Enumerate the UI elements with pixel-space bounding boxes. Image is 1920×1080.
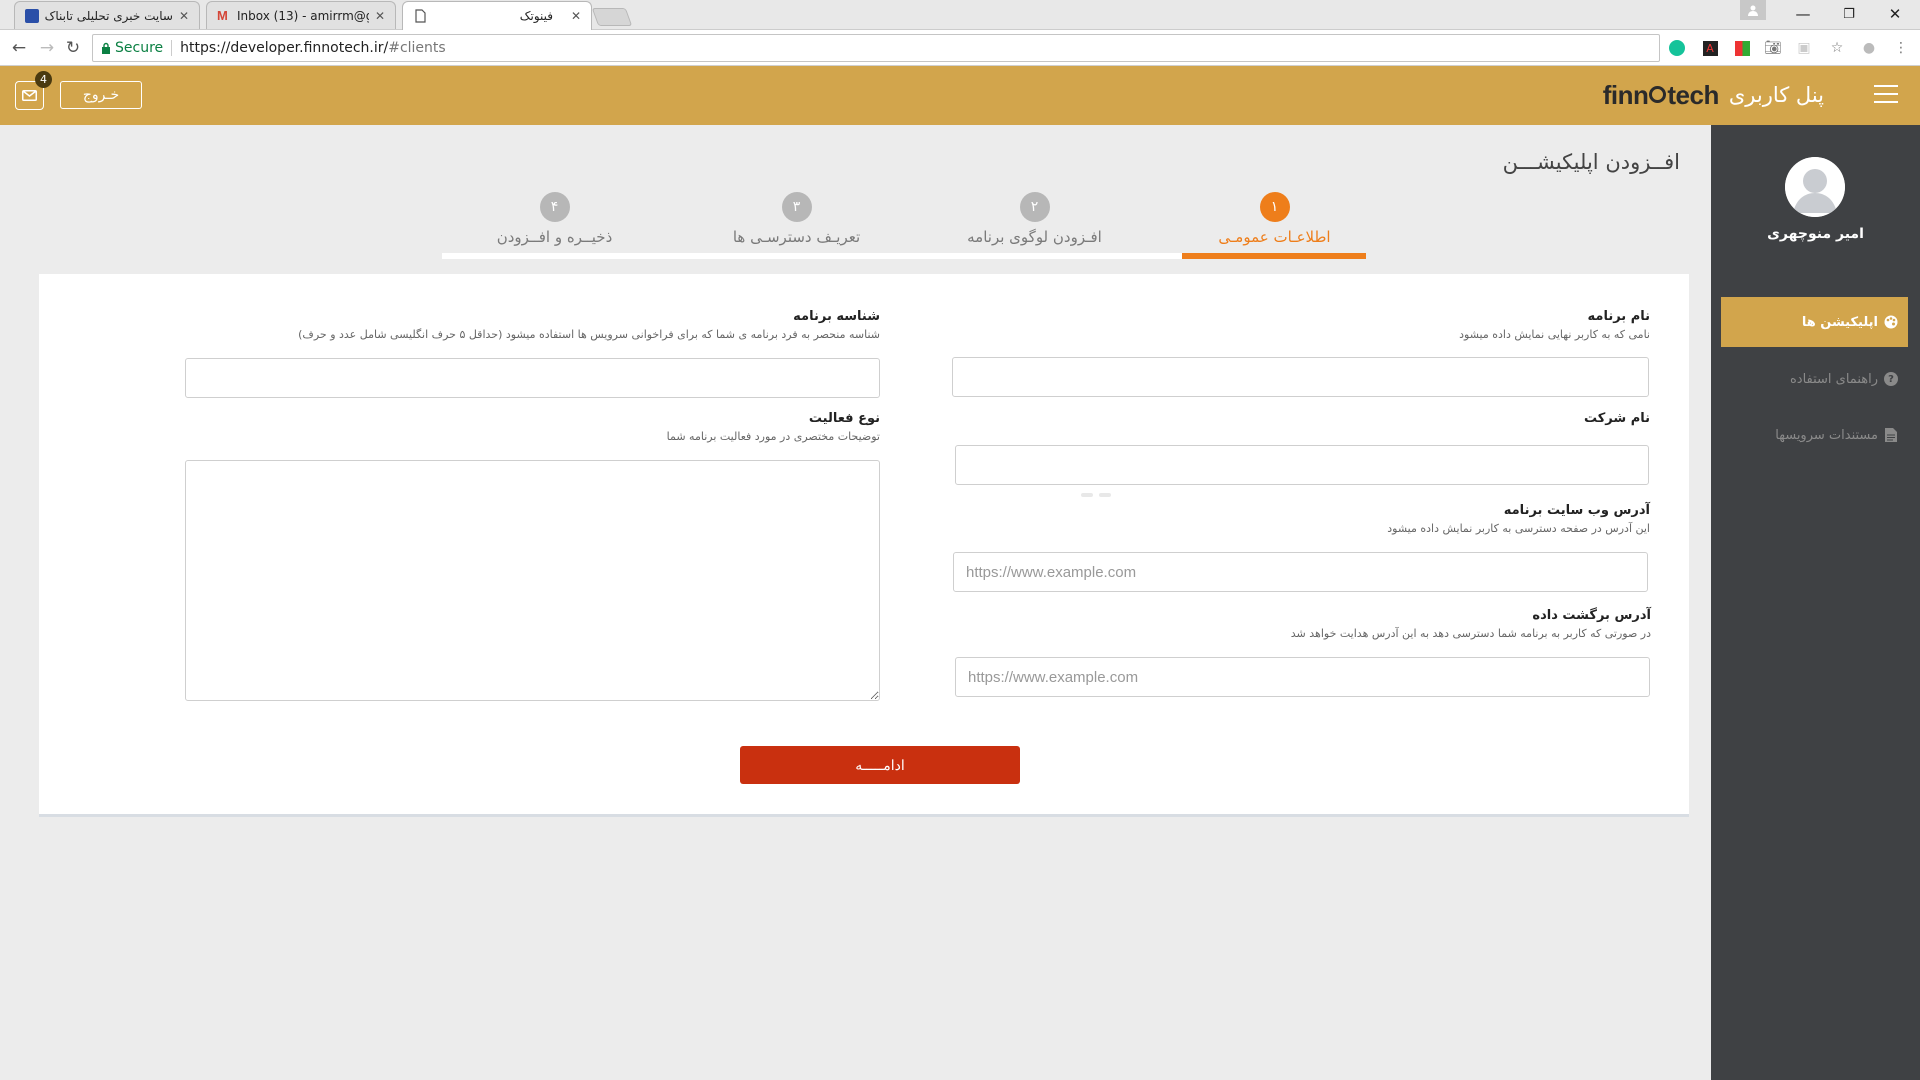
minimize-icon[interactable]: — (1780, 0, 1826, 28)
extension-icon[interactable]: ● (1860, 39, 1878, 57)
colorful-extension-icon[interactable] (1733, 39, 1751, 57)
palette-icon (1884, 315, 1898, 329)
step-label: افـزودن لوگوی برنامه (967, 228, 1102, 246)
username: امیر منوچهری (1767, 226, 1864, 242)
bookmark-star-icon[interactable]: ☆ (1828, 39, 1846, 57)
tab-close-icon[interactable]: ✕ (375, 9, 385, 23)
notification-badge: 4 (35, 71, 52, 88)
camera-icon[interactable]: 📷︎ (1764, 39, 1782, 57)
field-label: شناسه برنامه (793, 309, 880, 324)
tab-close-icon[interactable]: ✕ (179, 9, 189, 23)
step-save-add[interactable]: ۴ ذخیــره و افــزودن (462, 190, 647, 262)
activity-field-label: نوع فعالیت توضیحات مختصری در مورد فعالیت… (667, 411, 880, 443)
tab-title: سایت خبری تحلیلی تابناک (45, 8, 173, 23)
callback-url-input[interactable] (955, 657, 1650, 697)
page-favicon-icon (413, 9, 427, 23)
back-arrow-icon[interactable]: ← (8, 37, 30, 59)
logout-button[interactable]: خـروج (60, 81, 142, 109)
company-name-input[interactable] (955, 445, 1649, 485)
step-general-info[interactable]: ۱ اطلاعـات عمومـی (1182, 190, 1367, 262)
continue-button[interactable]: ادامـــــه (740, 746, 1020, 784)
page-title: افــزودن اپلیکیشـــن (1502, 150, 1680, 174)
sidebar-item-applications[interactable]: اپلیکیشن ها (1721, 297, 1908, 347)
sidebar-item-label: راهنمای استفاده (1789, 371, 1878, 387)
close-window-icon[interactable]: ✕ (1872, 0, 1918, 28)
lock-icon (102, 42, 110, 54)
secure-label: Secure (115, 40, 164, 56)
document-icon (1884, 428, 1898, 442)
grammarly-extension-icon[interactable] (1668, 39, 1686, 57)
profile-icon[interactable] (1740, 0, 1766, 20)
field-help: این آدرس در صفحه دسترسی به کاربر نمایش د… (1387, 522, 1650, 535)
field-help: شناسه منحصر به فرد برنامه ی شما که برای … (298, 328, 880, 341)
brand: پنل کاربری finn tech (1603, 78, 1824, 112)
step-label: اطلاعـات عمومـی (1218, 228, 1331, 246)
website-field-label: آدرس وب سایت برنامه این آدرس در صفحه دست… (1387, 503, 1650, 535)
step-label: تعریـف دسترسـی ها (732, 228, 861, 246)
field-label: نوع فعالیت (808, 411, 880, 426)
tabnak-favicon-icon (25, 8, 39, 23)
url-host: https://developer.finnotech.ir/ (180, 40, 389, 56)
tab-close-icon[interactable]: ✕ (571, 9, 581, 23)
browser-tab-strip: سایت خبری تحلیلی تابناک ✕ M Inbox (13) -… (0, 0, 1920, 30)
callback-field-label: آدرس برگشت داده در صورتی که کاربر به برن… (1291, 608, 1651, 640)
browser-toolbar: ← → ↻ Secure https://developer.finnotech… (0, 30, 1920, 66)
reload-icon[interactable]: ↻ (62, 37, 84, 59)
field-label: آدرس برگشت داده (1532, 608, 1651, 623)
url-fragment: #clients (388, 40, 446, 56)
field-help: نامی که به کاربر نهایی نمایش داده میشود (1459, 328, 1650, 341)
screenshot-icon[interactable]: ▣ (1795, 39, 1813, 57)
sidebar-item-label: اپلیکیشن ها (1801, 314, 1878, 330)
address-bar[interactable]: Secure https://developer.finnotech.ir/#c… (92, 34, 1660, 62)
step-number: ۱ (1259, 192, 1290, 222)
browser-tab-finnotech[interactable]: فینوتک ✕ (402, 1, 592, 30)
wizard-stepper: ۱ اطلاعـات عمومـی ۲ افـزودن لوگوی برنامه… (442, 190, 1366, 262)
step-number: ۲ (1019, 192, 1050, 222)
question-circle-icon: ? (1884, 372, 1898, 386)
tab-title: Inbox (13) - amirrm@gm (237, 8, 369, 23)
sidebar-item-docs[interactable]: مستندات سرویسها (1721, 410, 1908, 460)
gmail-favicon-icon: M (217, 7, 228, 23)
step-number: ۳ (781, 192, 812, 222)
sidebar: امیر منوچهری اپلیکیشن ها راهنمای استفاده… (1711, 125, 1920, 1080)
activity-textarea[interactable] (185, 460, 880, 701)
field-label: آدرس وب سایت برنامه (1503, 503, 1650, 518)
restore-icon[interactable]: ❐ (1826, 0, 1872, 28)
field-label: نام برنامه (1587, 309, 1650, 324)
browser-tab-tabnak[interactable]: سایت خبری تحلیلی تابناک ✕ (14, 1, 200, 29)
step-add-logo[interactable]: ۲ افـزودن لوگوی برنامه (942, 190, 1127, 262)
step-label: ذخیــره و افــزودن (496, 228, 613, 246)
tab-title: فینوتک (519, 9, 553, 23)
website-url-input[interactable] (953, 552, 1648, 592)
finnotech-logo: finn tech (1602, 79, 1720, 110)
envelope-icon (22, 90, 37, 101)
app-id-field-label: شناسه برنامه شناسه منحصر به فرد برنامه ی… (298, 309, 880, 341)
menu-hamburger-icon[interactable] (1874, 82, 1898, 106)
field-label: نام شرکت (1583, 411, 1650, 426)
field-help: در صورتی که کاربر به برنامه شما دسترسی د… (1290, 627, 1651, 640)
app-header: پنل کاربری finn tech خـروج 4 (0, 66, 1920, 125)
company-field-label: نام شرکت (1584, 411, 1650, 426)
forward-arrow-icon[interactable]: → (36, 37, 58, 59)
secure-indicator[interactable]: Secure (101, 40, 163, 56)
pdf-extension-icon[interactable]: A (1701, 39, 1719, 57)
sidebar-item-label: مستندات سرویسها (1775, 427, 1878, 443)
panel-title: پنل کاربری (1728, 83, 1824, 107)
loading-indicator (1081, 493, 1111, 498)
app-name-input[interactable] (952, 357, 1649, 397)
app-name-field-label: نام برنامه نامی که به کاربر نهایی نمایش … (1459, 309, 1650, 341)
step-define-access[interactable]: ۳ تعریـف دسترسـی ها (704, 190, 889, 262)
app-id-input[interactable] (185, 358, 880, 398)
browser-tab-gmail[interactable]: M Inbox (13) - amirrm@gm ✕ (206, 1, 396, 29)
sidebar-item-guide[interactable]: راهنمای استفاده ? (1721, 354, 1908, 404)
field-help: توضیحات مختصری در مورد فعالیت برنامه شما (666, 430, 880, 443)
step-number: ۴ (539, 192, 570, 222)
browser-menu-icon[interactable]: ⋮ (1892, 39, 1910, 57)
new-tab-button[interactable] (591, 8, 633, 26)
user-avatar (1785, 157, 1845, 217)
